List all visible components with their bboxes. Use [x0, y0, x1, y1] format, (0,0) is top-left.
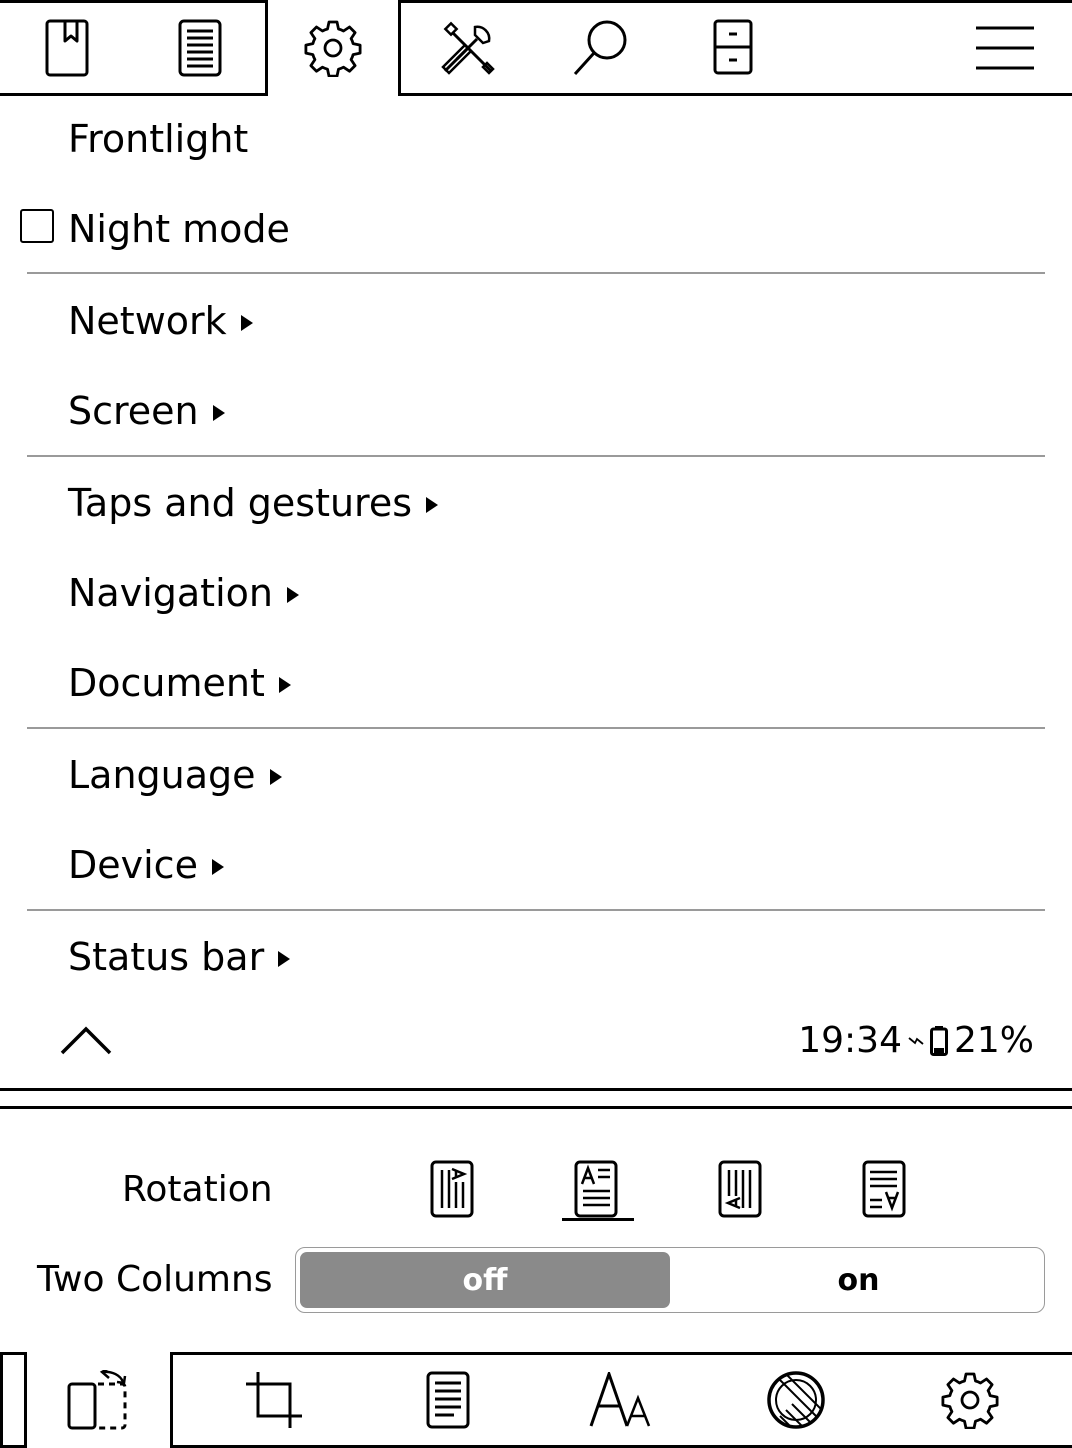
- menu-separator: [27, 455, 1045, 457]
- submenu-arrow-icon: [212, 405, 225, 421]
- menu-item-night-mode[interactable]: Night mode: [68, 206, 290, 252]
- rotation-270-icon[interactable]: [718, 1160, 766, 1220]
- menu-item-label: Navigation: [68, 571, 273, 615]
- menu-item-label: Night mode: [68, 207, 290, 251]
- toolbar-tab-font[interactable]: [535, 1352, 709, 1448]
- toolbar-tab-settings[interactable]: [883, 1352, 1057, 1448]
- menu-item-navigation[interactable]: Navigation: [68, 570, 299, 616]
- rotation-0-icon[interactable]: [574, 1160, 622, 1220]
- rotation-90-icon[interactable]: [430, 1160, 478, 1220]
- menu-item-document[interactable]: Document: [68, 660, 291, 706]
- toolbar-left-edge: [0, 1352, 3, 1448]
- menu-item-label: Frontlight: [68, 117, 249, 161]
- gear-icon: [941, 1372, 999, 1429]
- menu-item-label: Document: [68, 661, 265, 705]
- menu-item-label: Screen: [68, 389, 199, 433]
- tab-bookmarks[interactable]: [0, 0, 133, 96]
- menu-item-screen[interactable]: Screen: [68, 388, 225, 434]
- menu-item-label: Status bar: [68, 935, 265, 979]
- rotation-180-icon[interactable]: [862, 1160, 910, 1220]
- submenu-arrow-icon: [278, 677, 291, 693]
- config-panel-top-border: [0, 1106, 1072, 1109]
- submenu-arrow-icon: [286, 587, 299, 603]
- tab-table-of-contents[interactable]: [133, 0, 266, 96]
- menu-item-device[interactable]: Device: [68, 842, 224, 888]
- two-columns-off-button[interactable]: off: [300, 1252, 670, 1308]
- tools-icon: [440, 21, 495, 75]
- menu-separator: [27, 272, 1045, 274]
- menu-separator: [27, 909, 1045, 911]
- two-columns-toggle: off on: [295, 1247, 1045, 1313]
- tab-settings[interactable]: [265, 0, 401, 96]
- crop-icon: [246, 1372, 302, 1428]
- menu-separator: [27, 727, 1045, 729]
- submenu-arrow-icon: [278, 951, 291, 967]
- status-readout: 19:34 21%: [798, 1020, 1034, 1061]
- submenu-arrow-icon: [426, 497, 439, 513]
- menu-item-label: Device: [68, 843, 198, 887]
- gear-icon: [304, 20, 362, 77]
- rotate-page-icon: [67, 1370, 126, 1430]
- rotation-label: Rotation: [122, 1169, 273, 1210]
- tab-search[interactable]: [534, 0, 667, 96]
- menu-item-label: Network: [68, 299, 227, 343]
- rotation-selected-indicator: [562, 1218, 634, 1221]
- menu-item-frontlight[interactable]: Frontlight: [68, 116, 248, 162]
- menu-item-status-bar[interactable]: Status bar: [68, 934, 291, 980]
- battery-percent: 21%: [953, 1020, 1034, 1061]
- search-icon: [573, 20, 626, 76]
- page-icon: [426, 1371, 470, 1429]
- bottom-toolbar: [0, 1352, 1072, 1448]
- menu-footer: 19:34 21%: [0, 1018, 1072, 1068]
- menu-item-label: Taps and gestures: [68, 481, 413, 525]
- top-tab-bar: [0, 0, 1072, 96]
- document-icon: [178, 19, 221, 77]
- toolbar-tab-page-rotation[interactable]: [24, 1352, 173, 1448]
- menu-item-label: Language: [68, 753, 256, 797]
- toolbar-tab-page-layout[interactable]: [361, 1352, 535, 1448]
- filemanager-icon: [713, 19, 752, 75]
- submenu-arrow-icon: [269, 769, 282, 785]
- contrast-icon: [766, 1371, 825, 1430]
- chevron-up-icon[interactable]: [60, 1024, 112, 1056]
- submenu-arrow-icon: [240, 315, 253, 331]
- menu-item-language[interactable]: Language: [68, 752, 282, 798]
- toolbar-tab-contrast[interactable]: [709, 1352, 883, 1448]
- submenu-arrow-icon: [211, 859, 224, 875]
- two-columns-on-button[interactable]: on: [676, 1252, 1041, 1308]
- hamburger-menu-icon: [976, 26, 1034, 70]
- toolbar-tab-crop[interactable]: [187, 1352, 361, 1448]
- two-columns-label: Two Columns: [37, 1259, 273, 1300]
- clock-time: 19:34: [798, 1020, 902, 1061]
- night-mode-checkbox[interactable]: [20, 209, 54, 243]
- menu-item-taps-and-gestures[interactable]: Taps and gestures: [68, 480, 439, 526]
- tab-tools[interactable]: [401, 0, 534, 96]
- tab-main-menu[interactable]: [940, 0, 1072, 96]
- charging-icon: [908, 1036, 924, 1045]
- tab-file-manager[interactable]: [667, 0, 800, 96]
- font-size-icon: [589, 1372, 651, 1427]
- menu-item-network[interactable]: Network: [68, 298, 253, 344]
- bookmark-icon: [45, 19, 88, 77]
- battery-icon: [929, 1025, 948, 1056]
